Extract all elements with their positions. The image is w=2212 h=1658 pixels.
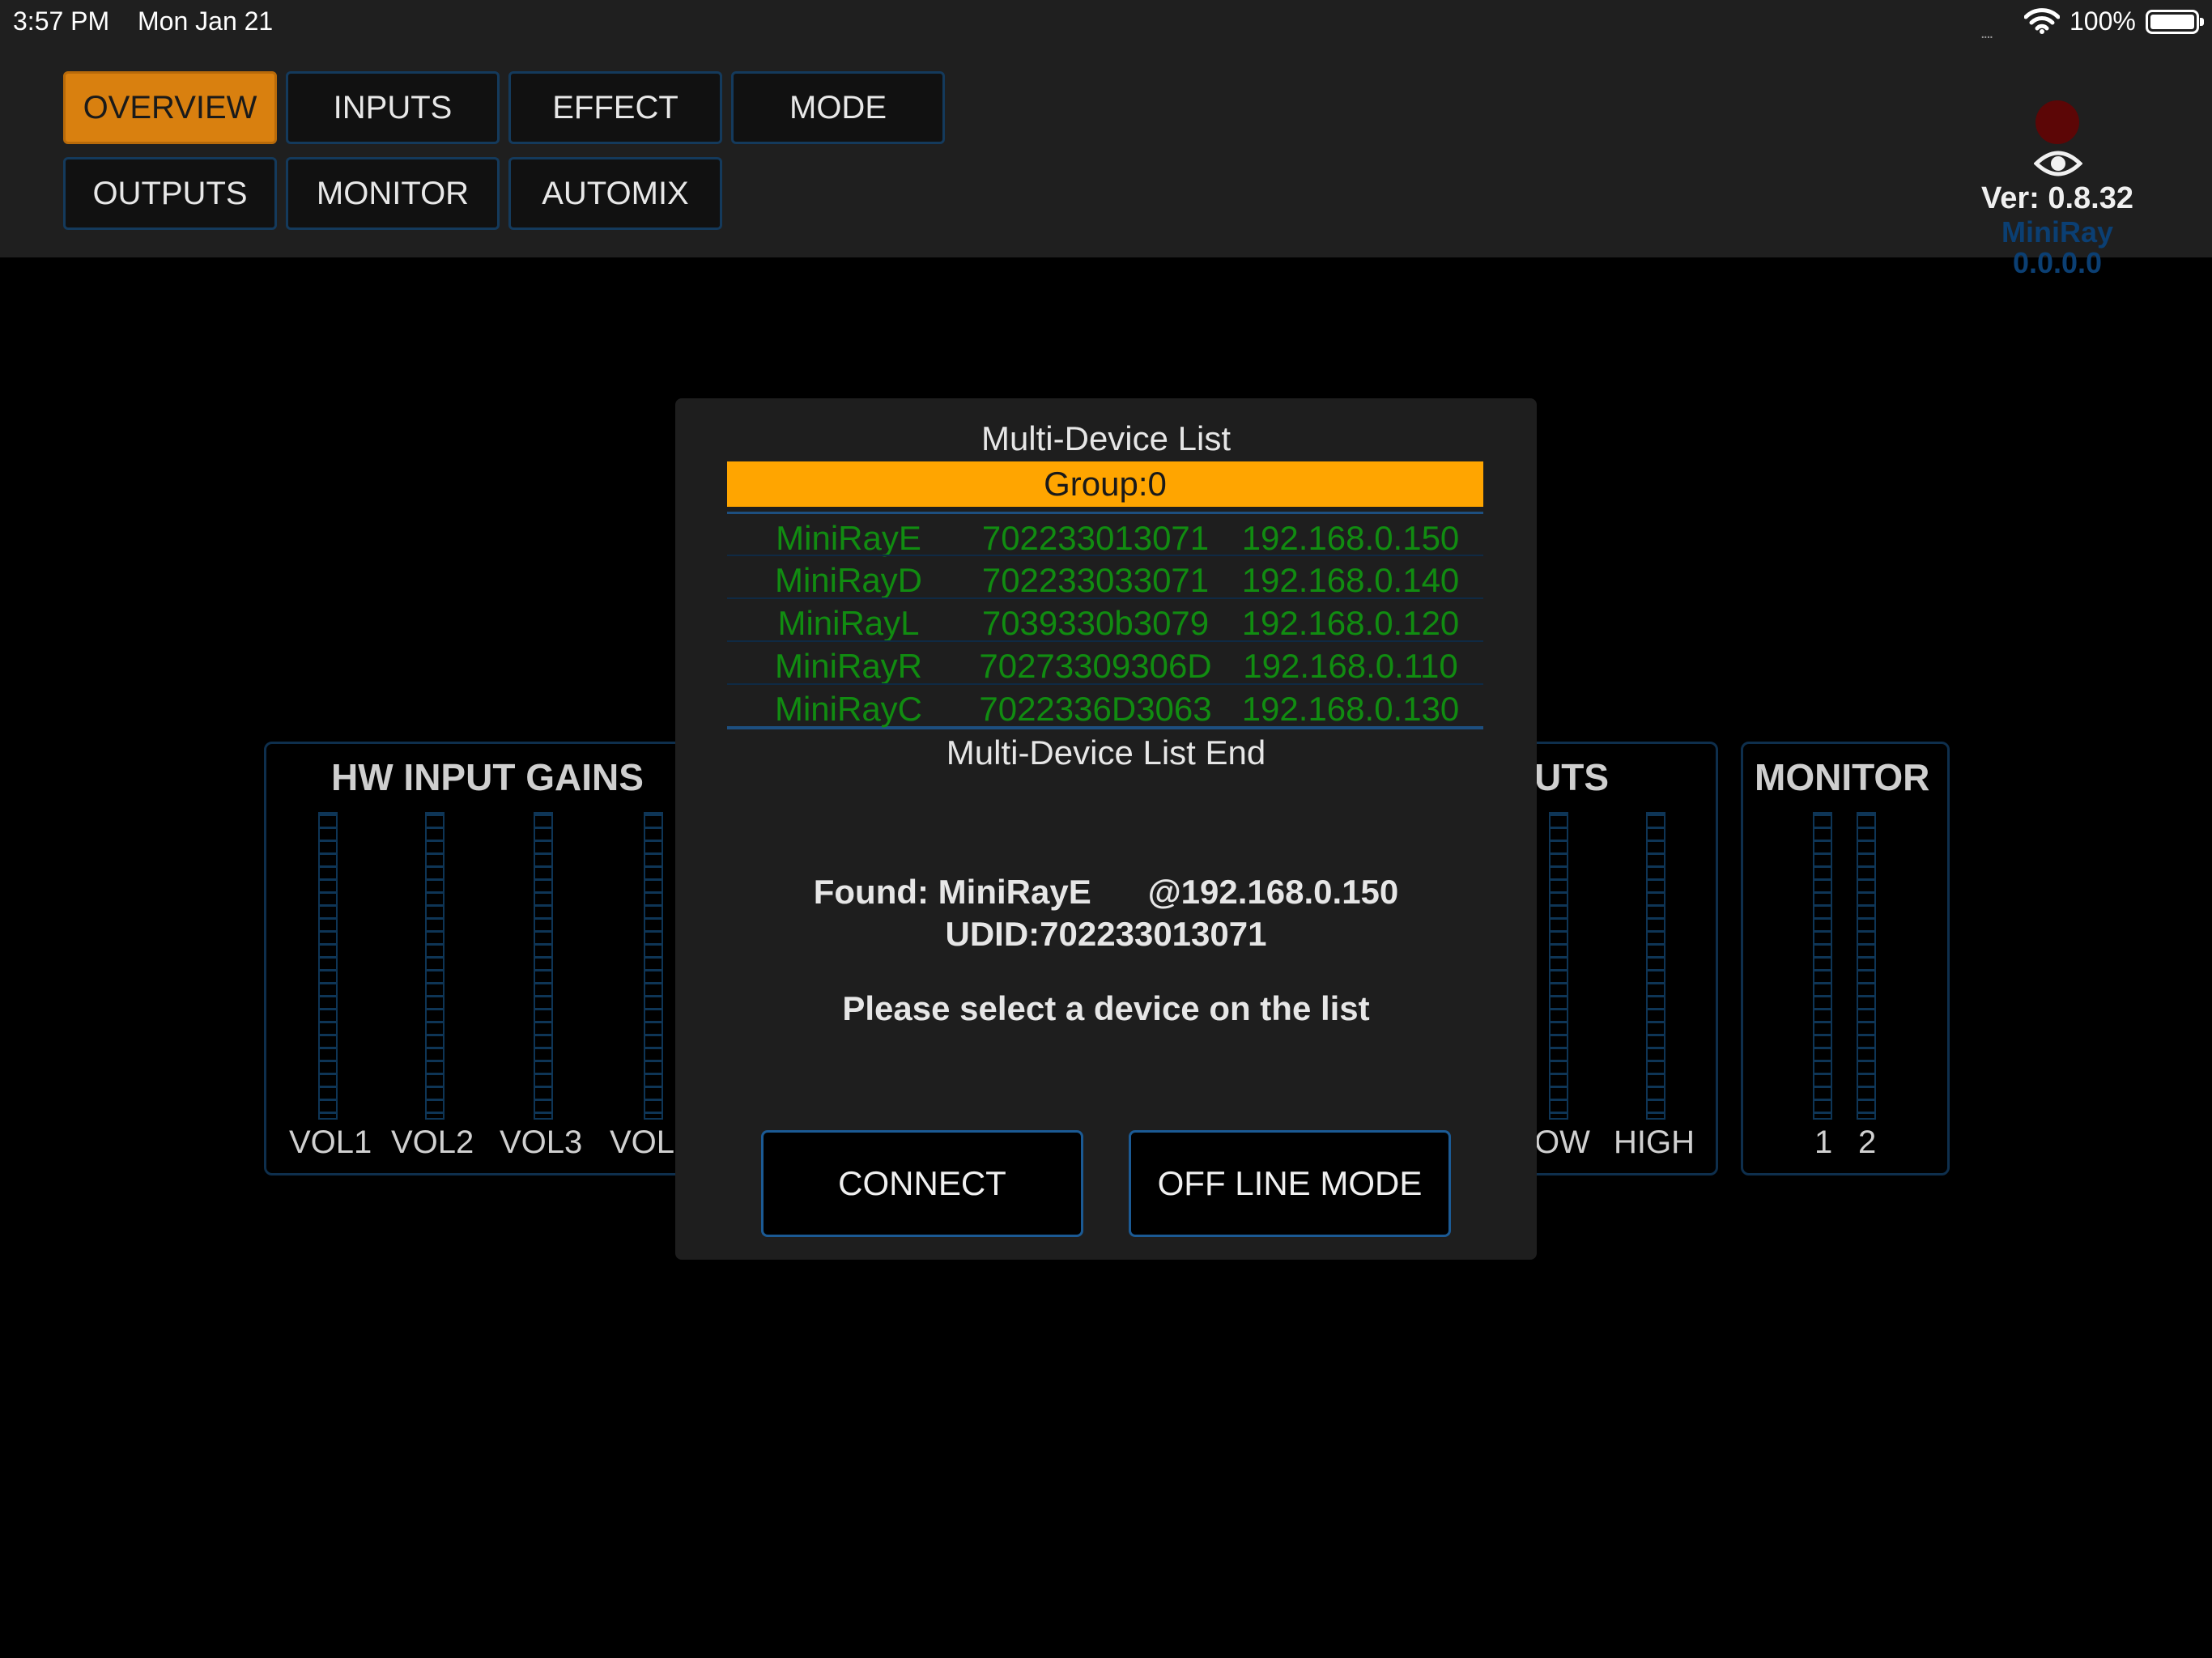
device-ip-label: 0.0.0.0 — [2012, 246, 2103, 279]
high-label: HIGH — [1614, 1124, 1695, 1160]
tab-outputs[interactable]: OUTPUTS — [63, 157, 277, 230]
outputs-title: UTS — [1534, 756, 1609, 798]
tab-inputs[interactable]: INPUTS — [286, 71, 500, 144]
device-row[interactable]: MiniRayC 7022336D3063 192.168.0.130 — [727, 683, 1483, 728]
device-row[interactable]: MiniRayD 702233033071 192.168.0.140 — [727, 555, 1483, 599]
device-udid: 702233033071 — [981, 561, 1210, 599]
device-udid: 7039330b3079 — [981, 604, 1210, 642]
multi-device-dialog: Multi-Device List Group:0 MiniRayE 70223… — [675, 398, 1537, 1260]
vol1-meter[interactable] — [318, 812, 338, 1120]
low-label: OW — [1534, 1124, 1590, 1160]
vol3-label: VOL3 — [500, 1124, 583, 1160]
battery-percentage: 100% — [2069, 6, 2136, 36]
low-meter[interactable] — [1549, 812, 1568, 1120]
eye-icon[interactable] — [2034, 146, 2082, 181]
hw-input-gains-panel: HW INPUT GAINS VOL1 VOL2 VOL3 VOL — [264, 742, 685, 1175]
tab-mode[interactable]: MODE — [731, 71, 945, 144]
device-udid: 70273309306D — [979, 647, 1212, 685]
monitor-2-meter[interactable] — [1857, 812, 1876, 1120]
device-row[interactable]: MiniRayR 70273309306D 192.168.0.110 — [727, 640, 1483, 685]
device-list: MiniRayE 702233013071 192.168.0.150 Mini… — [727, 512, 1483, 729]
version-label: Ver: 0.8.32 — [1980, 181, 2134, 215]
monitor-2-label: 2 — [1858, 1124, 1877, 1160]
device-name: MiniRayD — [774, 561, 923, 599]
selection-hint: Please select a device on the list — [842, 989, 1370, 1027]
device-row[interactable]: MiniRayL 7039330b3079 192.168.0.120 — [727, 597, 1483, 642]
vol4-label: VOL — [610, 1124, 675, 1160]
device-udid: 702233013071 — [981, 519, 1210, 557]
device-ip: 192.168.0.120 — [1241, 604, 1460, 642]
status-bar: 3:57 PM Mon Jan 21 .... 100% — [0, 0, 2212, 42]
tab-monitor[interactable]: MONITOR — [286, 157, 500, 230]
vol2-meter[interactable] — [425, 812, 445, 1120]
status-time: 3:57 PM — [13, 6, 110, 36]
device-udid: 7022336D3063 — [979, 690, 1212, 728]
monitor-panel: MONITOR 1 2 — [1741, 742, 1950, 1175]
tab-automix[interactable]: AUTOMIX — [508, 157, 722, 230]
monitor-1-meter[interactable] — [1813, 812, 1832, 1120]
device-name: MiniRayE — [776, 519, 921, 557]
device-name-label: MiniRay — [2001, 215, 2114, 249]
found-device-label: Found: MiniRayE @192.168.0.150 — [813, 873, 1399, 911]
device-ip: 192.168.0.150 — [1241, 519, 1460, 557]
device-ip: 192.168.0.130 — [1241, 690, 1460, 728]
device-ip: 192.168.0.140 — [1241, 561, 1460, 599]
vol4-meter[interactable] — [644, 812, 663, 1120]
connect-button[interactable]: CONNECT — [761, 1130, 1083, 1237]
wifi-icon — [2024, 8, 2060, 34]
device-name: MiniRayC — [774, 690, 923, 728]
vol1-label: VOL1 — [289, 1124, 372, 1160]
dialog-title: Multi-Device List — [981, 419, 1231, 457]
monitor-1-label: 1 — [1814, 1124, 1833, 1160]
offline-mode-button[interactable]: OFF LINE MODE — [1129, 1130, 1451, 1237]
connection-status-indicator — [2035, 100, 2079, 144]
high-meter[interactable] — [1646, 812, 1665, 1120]
group-header[interactable]: Group:0 — [727, 461, 1483, 507]
list-end-label: Multi-Device List End — [946, 733, 1266, 772]
tab-overview[interactable]: OVERVIEW — [63, 71, 277, 144]
cellular-signal-icon: .... — [1980, 24, 1993, 42]
hw-input-gains-title: HW INPUT GAINS — [331, 756, 644, 798]
device-name: MiniRayR — [774, 647, 923, 685]
found-udid-label: UDID:702233013071 — [945, 915, 1267, 953]
vol2-label: VOL2 — [391, 1124, 474, 1160]
status-date: Mon Jan 21 — [138, 6, 274, 36]
tab-effect[interactable]: EFFECT — [508, 71, 722, 144]
top-navigation-panel: OVERVIEW INPUTS EFFECT MODE OUTPUTS MONI… — [0, 42, 2212, 279]
device-name: MiniRayL — [777, 604, 920, 642]
monitor-title: MONITOR — [1755, 756, 1930, 798]
battery-icon — [2146, 10, 2204, 34]
device-ip: 192.168.0.110 — [1243, 647, 1458, 685]
device-row[interactable]: MiniRayE 702233013071 192.168.0.150 — [727, 512, 1483, 557]
vol3-meter[interactable] — [534, 812, 553, 1120]
